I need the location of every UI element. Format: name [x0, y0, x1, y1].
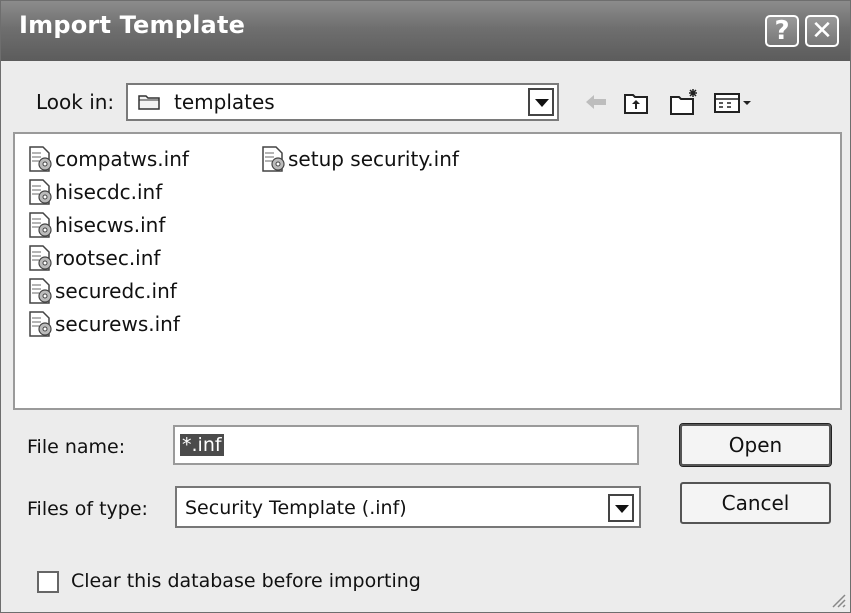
open-button[interactable]: Open — [679, 423, 832, 467]
dialog-title: Import Template — [19, 11, 246, 39]
inf-file-icon — [29, 146, 52, 172]
clear-database-checkbox[interactable] — [37, 571, 59, 593]
file-name: compatws.inf — [55, 147, 189, 171]
look-in-value: templates — [174, 90, 275, 114]
look-in-label: Look in: — [36, 90, 115, 114]
file-type-value: Security Template (.inf) — [185, 497, 407, 519]
clear-database-label[interactable]: Clear this database before importing — [71, 570, 421, 592]
file-name-label: File name: — [27, 436, 126, 458]
folder-icon — [138, 95, 160, 110]
import-template-dialog: Import Template ? ✕ Look in: templates c… — [0, 0, 851, 613]
file-list[interactable]: compatws.inf hisecdc.inf hisecws.inf roo… — [13, 132, 842, 410]
up-folder-icon[interactable] — [623, 87, 649, 117]
views-menu-icon[interactable] — [713, 87, 755, 117]
file-name: setup security.inf — [288, 147, 459, 171]
title-bar[interactable]: Import Template ? ✕ — [1, 1, 850, 61]
chevron-down-icon[interactable] — [608, 494, 634, 522]
file-name: hisecdc.inf — [55, 180, 163, 204]
inf-file-icon — [262, 146, 285, 172]
new-folder-icon[interactable] — [669, 87, 701, 117]
resize-grip-icon[interactable] — [830, 592, 846, 608]
inf-file-icon — [29, 212, 52, 238]
file-name: hisecws.inf — [55, 213, 166, 237]
look-in-dropdown[interactable]: templates — [126, 83, 559, 121]
file-name: securews.inf — [55, 312, 180, 336]
file-type-label: Files of type: — [27, 498, 148, 520]
inf-file-icon — [29, 278, 52, 304]
inf-file-icon — [29, 179, 52, 205]
file-name: securedc.inf — [55, 279, 177, 303]
chevron-down-icon[interactable] — [528, 88, 554, 116]
file-name-value: *.inf — [180, 434, 224, 456]
cancel-button[interactable]: Cancel — [680, 482, 831, 524]
help-button[interactable]: ? — [765, 15, 799, 47]
file-name-input[interactable]: *.inf — [173, 425, 639, 465]
back-arrow-icon[interactable] — [583, 87, 609, 117]
inf-file-icon — [29, 245, 52, 271]
file-name: rootsec.inf — [55, 246, 161, 270]
inf-file-icon — [29, 311, 52, 337]
close-button[interactable]: ✕ — [805, 15, 839, 47]
file-type-dropdown[interactable]: Security Template (.inf) — [175, 486, 641, 528]
